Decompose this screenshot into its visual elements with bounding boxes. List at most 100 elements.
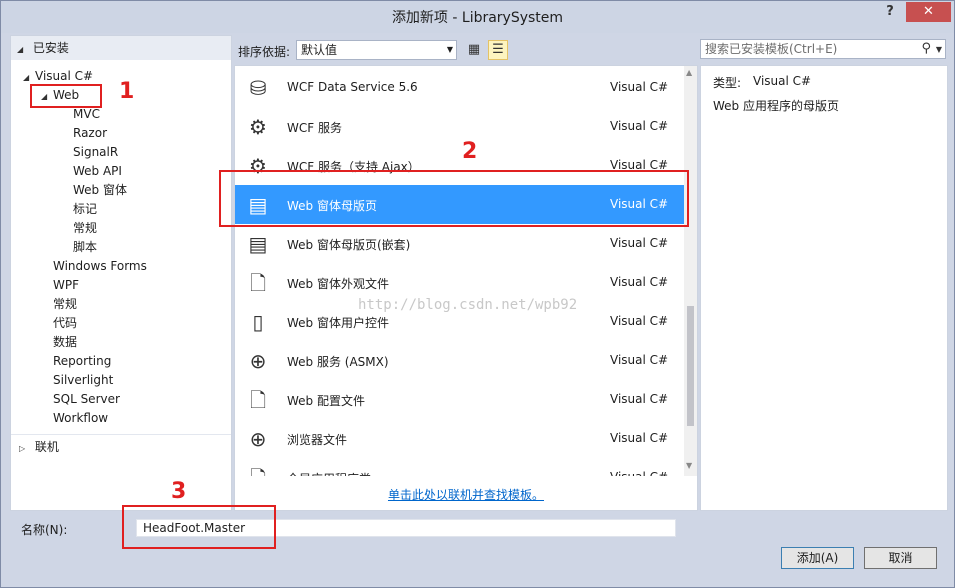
sort-select-value: 默认值 <box>301 43 338 57</box>
type-value: Visual C# <box>753 74 812 88</box>
tree-item-label: 标记 <box>73 202 98 216</box>
grid-view-icon[interactable]: ▦ <box>464 40 484 60</box>
tree-item[interactable]: 常规 <box>53 295 77 314</box>
sort-select[interactable]: 默认值 ▼ <box>296 40 457 60</box>
template-item[interactable]: ⊕ Web 服务 (ASMX) Visual C# <box>235 341 684 380</box>
tree-item-label: Windows Forms <box>53 259 147 273</box>
tree-item[interactable]: Silverlight <box>53 371 113 390</box>
annotation-box-1 <box>30 84 102 108</box>
tree-item-label: 脚本 <box>73 240 98 254</box>
template-language: Visual C# <box>610 119 669 133</box>
online-templates-link[interactable]: 单击此处以联机并查找模板。 <box>235 486 697 503</box>
template-icon: 🗋 <box>249 388 267 412</box>
tree-item[interactable]: 标记 <box>73 200 97 219</box>
tree-item[interactable]: Workflow <box>53 409 108 428</box>
template-item[interactable]: ▤ Web 窗体母版页(嵌套) Visual C# <box>235 224 684 263</box>
scroll-up-icon[interactable]: ▲ <box>686 68 692 77</box>
template-item[interactable]: ⊕ 浏览器文件 Visual C# <box>235 419 684 458</box>
annotation-number-3: 3 <box>171 479 187 504</box>
tree-item-label: 联机 <box>34 440 59 454</box>
tree-item[interactable]: Reporting <box>53 352 111 371</box>
close-button[interactable]: ✕ <box>906 2 951 22</box>
template-name: WCF 服务 <box>287 121 342 135</box>
tree-item-label: Web 窗体 <box>73 183 127 197</box>
template-language: Visual C# <box>610 470 668 476</box>
tree-item-label: 常规 <box>53 297 78 311</box>
add-new-item-dialog: 添加新项 - LibrarySystem ? ✕ ◢ 已安装 ◢ Visual C… <box>0 0 955 588</box>
tree-item-label: SQL Server <box>53 392 120 406</box>
tree-item[interactable]: 数据 <box>53 333 77 352</box>
tree-item[interactable]: Razor <box>73 124 107 143</box>
template-language: Visual C# <box>610 275 669 289</box>
template-name: Web 配置文件 <box>287 394 365 408</box>
template-icon: ▯ <box>252 310 264 334</box>
window-title: 添加新项 - LibrarySystem <box>391 10 564 26</box>
sort-label: 排序依据: <box>238 45 291 59</box>
tree-item-online[interactable]: ▷ 联机 <box>19 438 59 457</box>
annotation-box-3 <box>122 505 276 549</box>
cancel-button[interactable]: 取消 <box>864 547 937 569</box>
tree-item-label: WPF <box>53 278 80 292</box>
tree-item-label: Web API <box>73 164 122 178</box>
template-name: Web 窗体用户控件 <box>287 316 389 330</box>
annotation-box-2 <box>219 170 689 227</box>
template-item[interactable]: ⛁ WCF Data Service 5.6 Visual C# <box>235 68 684 107</box>
list-view-icon[interactable]: ☰ <box>488 40 508 60</box>
template-item[interactable]: ⚙ WCF 服务 Visual C# <box>235 107 684 146</box>
template-language: Visual C# <box>610 314 669 328</box>
tree-separator <box>11 434 231 435</box>
tree-item-label: 数据 <box>53 335 78 349</box>
details-pane: 类型: Visual C# Web 应用程序的母版页 <box>700 65 948 511</box>
add-button[interactable]: 添加(A) <box>781 547 854 569</box>
template-icon: ⊕ <box>249 427 267 451</box>
tree-item[interactable]: 常规 <box>73 219 97 238</box>
template-icon: 🗋 <box>249 271 267 295</box>
template-language: Visual C# <box>610 236 669 250</box>
template-icon: ⛁ <box>249 76 267 100</box>
tree-item[interactable]: SignalR <box>73 143 118 162</box>
tree-item-label: Silverlight <box>53 373 114 387</box>
tree-item[interactable]: WPF <box>53 276 79 295</box>
tree-item[interactable]: Web 窗体 <box>73 181 127 200</box>
search-input[interactable]: 搜索已安装模板(Ctrl+E) ⚲ ▼ <box>700 39 946 59</box>
template-language: Visual C# <box>610 392 669 406</box>
collapse-arrow-icon: ◢ <box>17 45 24 54</box>
name-label: 名称(N): <box>21 523 68 537</box>
tree-item[interactable]: 脚本 <box>73 238 97 257</box>
scroll-down-icon[interactable]: ▼ <box>686 461 692 470</box>
type-label: 类型: <box>713 76 742 90</box>
chevron-down-icon[interactable]: ▼ <box>936 41 942 59</box>
tree-item-label: Reporting <box>53 354 112 368</box>
help-button[interactable]: ? <box>881 4 899 22</box>
tree-item[interactable]: 代码 <box>53 314 77 333</box>
template-name: Web 服务 (ASMX) <box>287 355 389 369</box>
scroll-thumb[interactable] <box>687 306 694 426</box>
installed-label: 已安装 <box>32 41 69 55</box>
template-items: ⛁ WCF Data Service 5.6 Visual C# ⚙ WCF 服务 Vis… <box>235 66 684 476</box>
template-icon: ⊕ <box>249 349 267 373</box>
template-icon: ⚙ <box>249 115 267 139</box>
template-item[interactable]: 🗋 Web 配置文件 Visual C# <box>235 380 684 419</box>
title-bar: 添加新项 - LibrarySystem ? ✕ <box>1 1 954 33</box>
tree-item[interactable]: SQL Server <box>53 390 120 409</box>
tree-item-label: Visual C# <box>35 69 94 83</box>
template-name: WCF Data Service 5.6 <box>287 80 418 94</box>
template-item[interactable]: 🗋 全局应用程序类 Visual C# <box>235 458 684 476</box>
tree-item[interactable]: Windows Forms <box>53 257 147 276</box>
template-name: 全局应用程序类 <box>287 470 371 476</box>
installed-header[interactable]: ◢ 已安装 <box>11 36 231 60</box>
search-icon[interactable]: ⚲ <box>921 40 931 58</box>
template-language: Visual C# <box>610 431 669 445</box>
tree-item-label: 代码 <box>53 316 78 330</box>
tree-item[interactable]: Web API <box>73 162 122 181</box>
template-list: ⛁ WCF Data Service 5.6 Visual C# ⚙ WCF 服务 Vis… <box>234 65 698 511</box>
tree-item-label: Workflow <box>53 411 109 425</box>
template-name: Web 窗体外观文件 <box>287 277 389 291</box>
search-placeholder: 搜索已安装模板(Ctrl+E) <box>705 42 838 56</box>
watermark: http://blog.csdn.net/wpb92 <box>358 297 578 313</box>
template-name: Web 窗体母版页(嵌套) <box>287 238 411 252</box>
template-name: 浏览器文件 <box>287 433 348 447</box>
scrollbar[interactable]: ▲ ▼ <box>684 66 697 476</box>
template-language: Visual C# <box>610 353 669 367</box>
template-description: Web 应用程序的母版页 <box>713 99 839 113</box>
